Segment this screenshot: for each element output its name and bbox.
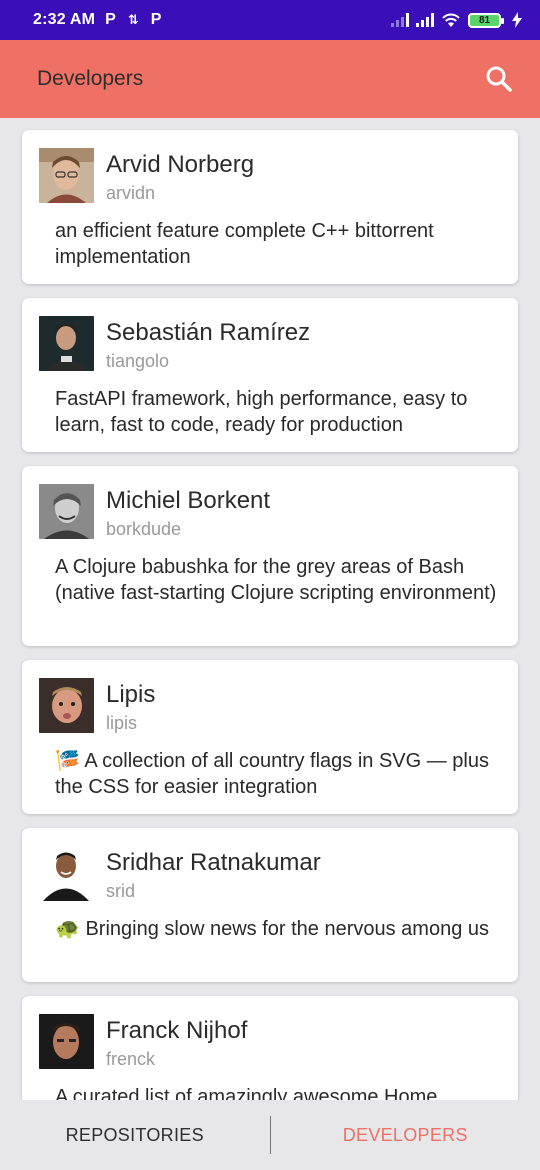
developer-name: Sebastián Ramírez [106, 319, 311, 346]
avatar [39, 484, 94, 539]
repo-description: an efficient feature complete C++ bittor… [55, 220, 434, 268]
developer-card[interactable]: Arvid Norberg arvidn an efficient featur… [22, 130, 518, 284]
search-button[interactable] [484, 64, 514, 94]
search-icon [486, 66, 512, 92]
developer-list[interactable]: Arvid Norberg arvidn an efficient featur… [0, 118, 540, 1100]
avatar [39, 316, 94, 371]
developer-username: srid [106, 881, 136, 901]
developer-name: Sridhar Ratnakumar [106, 849, 321, 876]
signal-icon [391, 13, 409, 27]
repo-description: A Clojure babushka for the grey areas of… [55, 556, 497, 604]
developer-username: borkdude [106, 519, 182, 539]
avatar [39, 846, 94, 901]
developer-username: tiangolo [106, 351, 170, 371]
page-title: Developers [37, 67, 144, 90]
status-bar: 2:32 AM P ⇅ P 81 [0, 0, 540, 40]
developer-username: lipis [106, 713, 138, 733]
charging-icon [512, 12, 522, 28]
tab-repositories[interactable]: REPOSITORIES [0, 1125, 270, 1146]
bottom-navigation: REPOSITORIES DEVELOPERS [0, 1100, 540, 1170]
tab-developers[interactable]: DEVELOPERS [271, 1125, 540, 1146]
avatar [39, 1014, 94, 1069]
app-bar: Developers [0, 40, 540, 118]
repo-description: FastAPI framework, high performance, eas… [55, 388, 468, 436]
developer-username: arvidn [106, 183, 156, 203]
notification-icons: P ⇅ P [105, 11, 161, 29]
developer-name: Franck Nijhof [106, 1017, 248, 1044]
data-transfer-icon: ⇅ [127, 12, 139, 27]
status-time: 2:32 AM [33, 11, 96, 28]
developer-username: frenck [106, 1049, 156, 1069]
developer-card[interactable]: Franck Nijhof frenck A curated list of a… [22, 996, 518, 1100]
signal-icon [416, 13, 434, 27]
developer-card[interactable]: Lipis lipis 🎏 A collection of all countr… [22, 660, 518, 814]
repo-description: 🐢 Bringing slow news for the nervous amo… [55, 918, 490, 940]
developer-name: Arvid Norberg [106, 151, 255, 178]
battery-icon: 81 [468, 12, 504, 28]
parking-icon: P [105, 11, 116, 28]
avatar [39, 148, 94, 203]
wifi-icon [442, 13, 460, 27]
parking-icon: P [150, 11, 162, 28]
developer-card[interactable]: Sebastián Ramírez tiangolo FastAPI frame… [22, 298, 518, 452]
developer-card[interactable]: Michiel Borkent borkdude A Clojure babus… [22, 466, 518, 646]
developer-card[interactable]: Sridhar Ratnakumar srid 🐢 Bringing slow … [22, 828, 518, 982]
developer-name: Michiel Borkent [106, 487, 271, 514]
repo-description: A curated list of amazingly awesome Home [55, 1086, 438, 1100]
avatar [39, 678, 94, 733]
repo-description: 🎏 A collection of all country flags in S… [55, 750, 489, 798]
developer-name: Lipis [106, 681, 156, 708]
